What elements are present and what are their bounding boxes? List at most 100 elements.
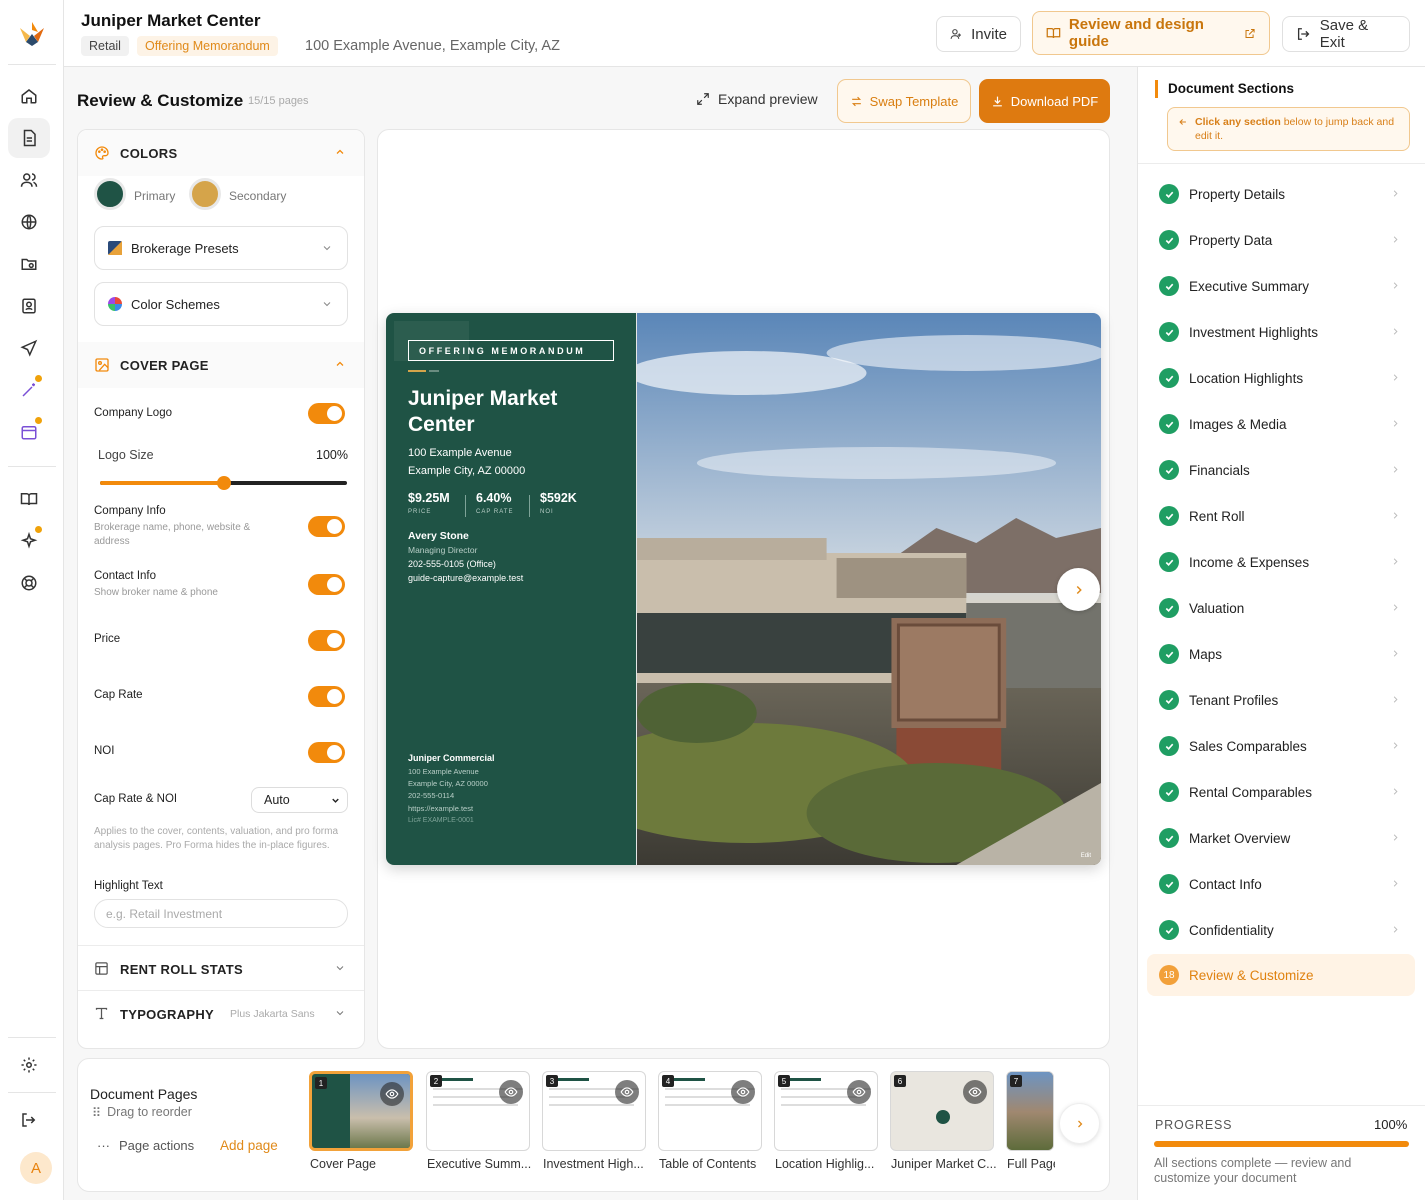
section-title: Review & Customize (77, 91, 244, 110)
sidebar-item-executive-summary[interactable]: Executive Summary (1147, 265, 1415, 307)
cover-om-tag: OFFERING MEMORANDUM (408, 340, 614, 361)
eye-icon[interactable] (963, 1080, 987, 1104)
eye-icon[interactable] (847, 1080, 871, 1104)
company-info-toggle[interactable] (308, 516, 345, 537)
check-icon (1159, 920, 1179, 940)
sidebar-item-images-media[interactable]: Images & Media (1147, 403, 1415, 445)
sidebar-item-property-data[interactable]: Property Data (1147, 219, 1415, 261)
secondary-color-label: Secondary (229, 189, 287, 203)
save-exit-button[interactable]: Save & Exit (1282, 16, 1410, 52)
page-thumbnail[interactable]: 2 (426, 1071, 530, 1151)
invite-button[interactable]: Invite (936, 16, 1021, 52)
contacts-nav-button[interactable] (8, 160, 50, 200)
highlight-text-placeholder: e.g. Retail Investment (106, 906, 223, 921)
add-page-button[interactable]: Add page (220, 1138, 278, 1153)
sidebar-item-income-expenses[interactable]: Income & Expenses (1147, 541, 1415, 583)
page-number: 2 (430, 1075, 442, 1087)
cap-rate-toggle[interactable] (308, 686, 345, 707)
expand-preview-button[interactable]: Expand preview (696, 91, 818, 107)
documents-nav-button[interactable] (8, 118, 50, 158)
cover-noi: $592K (540, 491, 577, 505)
eye-icon[interactable] (731, 1080, 755, 1104)
cover-page-section-header[interactable]: COVER PAGE (78, 342, 364, 388)
sidebar-item-location-highlights[interactable]: Location Highlights (1147, 357, 1415, 399)
highlight-text-input[interactable]: e.g. Retail Investment (94, 899, 348, 928)
chevron-right-icon (1393, 742, 1398, 749)
eye-icon[interactable] (615, 1080, 639, 1104)
rent-roll-section-header[interactable]: RENT ROLL STATS (78, 946, 364, 992)
company-logo-toggle[interactable] (308, 403, 345, 424)
drag-handle-icon: ⠿ (92, 1106, 102, 1120)
company-phone: 202-555-0114 (408, 791, 455, 800)
company-address2: Example City, AZ 00000 (408, 779, 488, 788)
chevron-right-icon (1393, 650, 1398, 657)
next-page-button[interactable] (1057, 568, 1100, 611)
customize-panel: COLORS Primary Secondary Brokerage Prese… (77, 129, 365, 1049)
contact-info-label: Contact Info (94, 570, 157, 582)
sidebar-item-financials[interactable]: Financials (1147, 449, 1415, 491)
brokerage-presets-dropdown[interactable]: Brokerage Presets (94, 226, 348, 270)
book-open-icon (1046, 28, 1061, 39)
cover-page-heading: COVER PAGE (120, 357, 209, 373)
thumbs-scroll-right-button[interactable] (1059, 1103, 1100, 1144)
page-thumbnail[interactable]: 6 (890, 1071, 994, 1151)
sidebar-item-rent-roll[interactable]: Rent Roll (1147, 495, 1415, 537)
contact-info-toggle[interactable] (308, 574, 345, 595)
guide-nav-button[interactable] (8, 479, 50, 519)
chevron-up-icon (336, 149, 344, 154)
color-schemes-dropdown[interactable]: Color Schemes (94, 282, 348, 326)
ai-nav-button[interactable] (8, 370, 50, 410)
check-icon (1159, 598, 1179, 618)
sidebar-item-maps[interactable]: Maps (1147, 633, 1415, 675)
cap-noi-select[interactable]: Auto (251, 787, 348, 813)
files-nav-button[interactable] (8, 244, 50, 284)
swap-template-button[interactable]: Swap Template (837, 79, 971, 123)
sidebar-item-market-overview[interactable]: Market Overview (1147, 817, 1415, 859)
page-actions-button[interactable]: ··· Page actions (97, 1138, 194, 1153)
page-thumbnail[interactable]: 4 (658, 1071, 762, 1151)
primary-color-swatch[interactable] (94, 178, 126, 210)
home-nav-button[interactable] (8, 76, 50, 116)
sidebar-item-confidentiality[interactable]: Confidentiality (1147, 909, 1415, 951)
typography-section-header[interactable]: TYPOGRAPHY Plus Jakarta Sans (78, 991, 364, 1037)
page-thumbnail[interactable]: 5 (774, 1071, 878, 1151)
cover-page-preview[interactable]: OFFERING MEMORANDUM Juniper Market Cente… (386, 313, 1101, 865)
logo-size-slider-thumb[interactable] (216, 476, 231, 490)
page-actions-label: Page actions (119, 1138, 195, 1153)
sidebar-item-investment-highlights[interactable]: Investment Highlights (1147, 311, 1415, 353)
sidebar-item-contact-info[interactable]: Contact Info (1147, 863, 1415, 905)
top-bar: Juniper Market Center Retail Offering Me… (64, 0, 1425, 67)
edit-photo-label[interactable]: Edit (1081, 853, 1092, 859)
page-thumbnail[interactable]: 1 (309, 1071, 413, 1151)
eye-icon[interactable] (380, 1082, 404, 1106)
sparkle-nav-button[interactable] (8, 521, 50, 561)
design-guide-button[interactable]: Review and design guide (1032, 11, 1270, 55)
web-nav-button[interactable] (8, 202, 50, 242)
user-avatar[interactable]: A (20, 1152, 52, 1184)
calendar-nav-button[interactable] (8, 412, 50, 452)
logout-nav-button[interactable] (8, 1100, 50, 1140)
noi-toggle[interactable] (308, 742, 345, 763)
send-nav-button[interactable] (8, 328, 50, 368)
settings-nav-button[interactable] (8, 1045, 50, 1085)
download-pdf-button[interactable]: Download PDF (979, 79, 1110, 123)
secondary-color-swatch[interactable] (189, 178, 221, 210)
check-icon (1159, 460, 1179, 480)
sidebar-item-property-details[interactable]: Property Details (1147, 173, 1415, 215)
lifebuoy-icon (21, 575, 37, 591)
help-nav-button[interactable] (8, 563, 50, 603)
sidebar-item-rental-comparables[interactable]: Rental Comparables (1147, 771, 1415, 813)
colors-section-header[interactable]: COLORS (78, 130, 364, 176)
profile-nav-button[interactable] (8, 286, 50, 326)
sidebar-item-valuation[interactable]: Valuation (1147, 587, 1415, 629)
page-thumbnail[interactable]: 7 (1006, 1071, 1054, 1151)
eye-icon[interactable] (499, 1080, 523, 1104)
page-thumbnail[interactable]: 3 (542, 1071, 646, 1151)
sidebar-item-review-customize[interactable]: 18 Review & Customize (1147, 954, 1415, 996)
price-toggle[interactable] (308, 630, 345, 651)
page-thumbnail-label: Location Highlig... (775, 1157, 875, 1171)
sidebar-item-tenant-profiles[interactable]: Tenant Profiles (1147, 679, 1415, 721)
property-address: 100 Example Avenue, Example City, AZ (305, 38, 560, 54)
broker-name: Avery Stone (408, 530, 469, 542)
sidebar-item-sales-comparables[interactable]: Sales Comparables (1147, 725, 1415, 767)
